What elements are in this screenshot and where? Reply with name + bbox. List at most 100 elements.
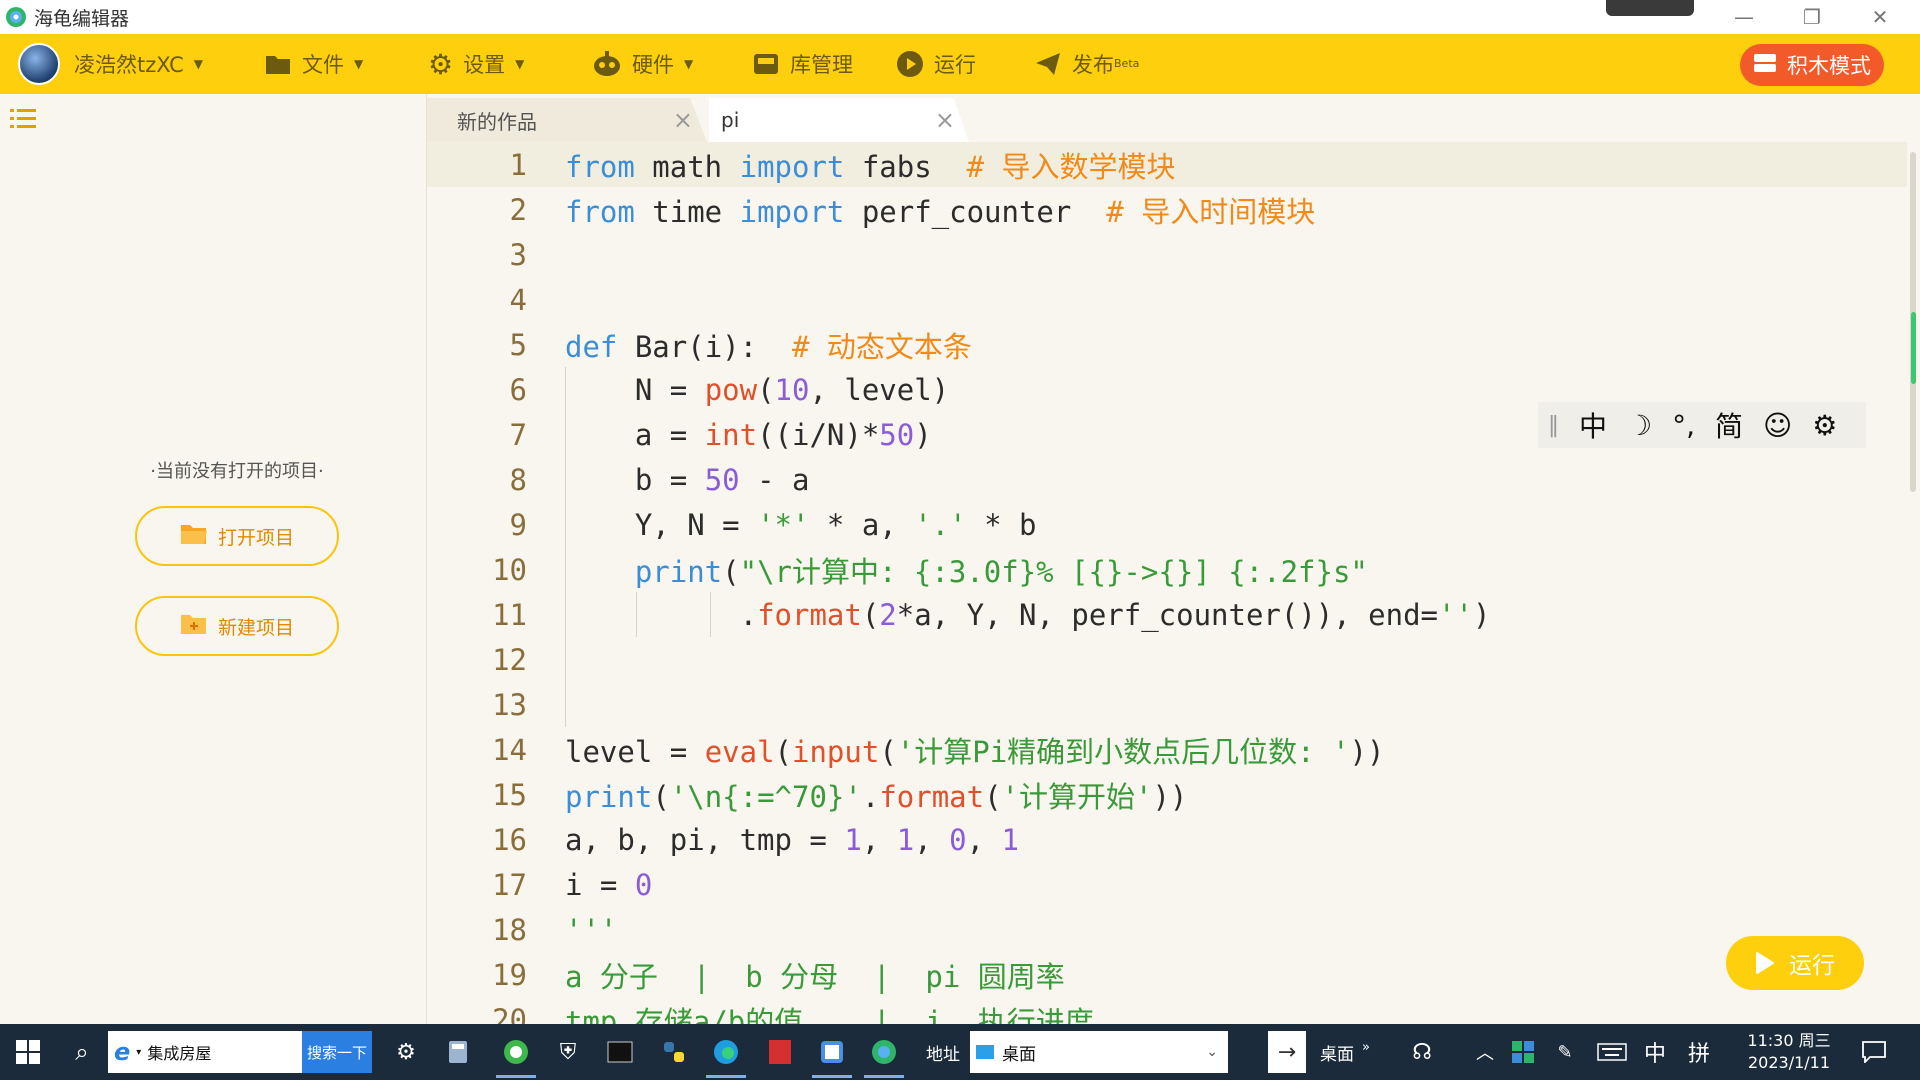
main-toolbar: 凌浩然tzXC ▼ 文件 ▼ ⚙ 设置 ▼ 硬件 ▼ 库管理 运行 发布 Bet… xyxy=(0,34,1920,94)
gear-icon[interactable]: ⚙ xyxy=(1812,409,1837,442)
go-arrow-icon[interactable]: → xyxy=(1268,1031,1306,1073)
app-logo-icon xyxy=(6,7,26,27)
ime-language-indicator[interactable]: 中 xyxy=(1640,1024,1670,1080)
punctuation-toggle[interactable]: °, xyxy=(1672,409,1695,442)
active-indicator xyxy=(706,1075,746,1078)
open-project-label: 打开项目 xyxy=(217,526,294,549)
calculator-icon[interactable] xyxy=(440,1024,476,1080)
blocks-mode-button[interactable]: 积木模式 xyxy=(1740,44,1884,86)
chevron-down-icon: ▼ xyxy=(193,57,204,71)
code-line: 4 xyxy=(509,282,527,317)
code-line: 14 level = eval(input('计算Pi精确到小数点后几位数: ')… xyxy=(492,732,1385,769)
restore-button[interactable]: ❐ xyxy=(1778,0,1846,34)
hardware-menu[interactable]: 硬件 ▼ xyxy=(592,34,693,94)
search-button[interactable]: 搜索一下 xyxy=(302,1031,372,1073)
search-icon[interactable]: ⌕ xyxy=(62,1024,102,1080)
close-icon[interactable]: × xyxy=(673,106,693,134)
search-input[interactable]: 集成房屋 xyxy=(147,1040,211,1064)
start-button[interactable] xyxy=(8,1024,48,1080)
play-icon xyxy=(1756,952,1774,974)
file-menu[interactable]: 文件 ▼ xyxy=(264,34,363,94)
user-menu[interactable]: 凌浩然tzXC ▼ xyxy=(18,34,203,94)
project-panel: ·当前没有打开的项目· 打开项目 新建项目 xyxy=(48,94,427,1024)
pen-icon[interactable]: ✎ xyxy=(1550,1024,1580,1080)
emoji-icon[interactable]: ☺ xyxy=(1763,409,1792,442)
settings-menu[interactable]: ⚙ 设置 ▼ xyxy=(428,34,524,94)
gear-icon: ⚙ xyxy=(428,47,454,81)
blocks-icon xyxy=(1753,53,1777,78)
terminal-icon[interactable] xyxy=(600,1024,640,1080)
system-clock[interactable]: 11:30 周三 2023/1/11 xyxy=(1734,1030,1844,1074)
chevron-down-icon[interactable]: ⌄ xyxy=(1206,1044,1218,1060)
windows-icon xyxy=(16,1040,40,1064)
run-menu-button[interactable]: 运行 xyxy=(896,34,976,94)
active-indicator xyxy=(496,1075,536,1078)
desktop-icon xyxy=(976,1045,994,1059)
publish-label: 发布 xyxy=(1072,53,1114,77)
address-label: 地址 xyxy=(926,1044,960,1065)
code-line: 20 tmp 存储a/b的值 | i 执行进度 xyxy=(492,1002,1094,1025)
python-icon[interactable] xyxy=(654,1024,694,1080)
close-button[interactable]: ✕ xyxy=(1846,0,1914,34)
tab-pi[interactable]: pi × xyxy=(709,98,969,142)
edge-icon[interactable] xyxy=(706,1024,746,1080)
code-line: 16 a, b, pi, tmp = 1, 1, 0, 1 xyxy=(492,822,1019,857)
blocks-mode-label: 积木模式 xyxy=(1787,54,1871,78)
code-line: 17 i = 0 xyxy=(492,867,653,902)
code-line: 3 xyxy=(509,237,527,272)
user-name: 凌浩然tzXC xyxy=(74,53,184,77)
library-manager-button[interactable]: 库管理 xyxy=(752,34,853,94)
new-project-button[interactable]: 新建项目 xyxy=(135,596,339,656)
editor-tabs: 新的作品 × pi × xyxy=(427,94,1920,142)
ime-mode-indicator[interactable]: 拼 xyxy=(1684,1024,1714,1080)
code-line: 18 ''' xyxy=(492,912,618,947)
taskbar-search-box[interactable]: e ▾ 集成房屋 xyxy=(108,1031,302,1073)
library-manager-label: 库管理 xyxy=(790,53,853,77)
desktop-toolbar-label[interactable]: 桌面» xyxy=(1320,1024,1370,1080)
new-project-label: 新建项目 xyxy=(217,616,294,639)
people-icon[interactable]: ☊ xyxy=(1404,1024,1440,1080)
code-line: 10 print("\r计算中: {:3.0f}% [{}->{}] {:.2f… xyxy=(492,552,1368,589)
code-line: 8 b = 50 - a xyxy=(509,462,810,497)
code-line: 11 .format(2*a, Y, N, perf_counter()), e… xyxy=(492,597,1491,632)
open-project-button[interactable]: 打开项目 xyxy=(135,506,339,566)
chevron-up-icon[interactable]: ︿ xyxy=(1470,1024,1500,1080)
close-icon[interactable]: × xyxy=(935,106,955,134)
active-indicator xyxy=(864,1075,904,1078)
notification-icon[interactable] xyxy=(1854,1024,1894,1080)
new-folder-icon xyxy=(180,612,208,641)
code-line: 12 xyxy=(492,642,527,677)
browser-360-icon[interactable] xyxy=(496,1024,536,1080)
code-editor[interactable]: 1 from math import fabs # 导入数学模块 2 from ti… xyxy=(427,142,1920,1024)
notes-app-icon[interactable] xyxy=(812,1024,852,1080)
address-value: 桌面 xyxy=(1002,1044,1036,1065)
hardware-menu-label: 硬件 xyxy=(632,53,674,77)
ime-lang-toggle[interactable]: 中 xyxy=(1579,405,1607,445)
sidebar-toggle-button[interactable] xyxy=(10,106,36,134)
gear-icon[interactable]: ⚙ xyxy=(388,1024,424,1080)
turtle-editor-icon[interactable] xyxy=(864,1024,904,1080)
ie-icon: e xyxy=(114,1038,131,1066)
minimize-button[interactable]: — xyxy=(1710,0,1778,34)
address-bar[interactable]: 桌面 ⌄ xyxy=(970,1031,1228,1073)
inbox-icon xyxy=(752,52,780,76)
red-app-icon[interactable] xyxy=(760,1024,800,1080)
file-menu-label: 文件 xyxy=(302,53,344,77)
window-title: 海龟编辑器 xyxy=(34,7,130,30)
scrollbar-thumb[interactable] xyxy=(1911,312,1916,384)
keyboard-icon[interactable] xyxy=(1594,1024,1630,1080)
window-preview-thumbnail xyxy=(1606,0,1694,16)
simplified-toggle[interactable]: 简 xyxy=(1715,405,1743,445)
code-line: 13 xyxy=(492,687,527,722)
title-bar: 海龟编辑器 — ❐ ✕ xyxy=(0,0,1920,34)
tray-app-icon[interactable] xyxy=(1508,1024,1538,1080)
run-button[interactable]: 运行 xyxy=(1726,936,1864,990)
shield-icon[interactable]: ⛨ xyxy=(548,1024,588,1080)
moon-icon[interactable]: ☽ xyxy=(1627,409,1652,442)
active-indicator xyxy=(812,1075,852,1078)
tab-new-work[interactable]: 新的作品 × xyxy=(427,98,707,142)
publish-button[interactable]: 发布 Beta xyxy=(1034,34,1139,94)
drag-handle[interactable]: ‖ xyxy=(1548,413,1559,438)
clock-time: 11:30 周三 xyxy=(1747,1031,1831,1050)
code-line: 9 Y, N = '*' * a, '.' * b xyxy=(509,507,1037,542)
